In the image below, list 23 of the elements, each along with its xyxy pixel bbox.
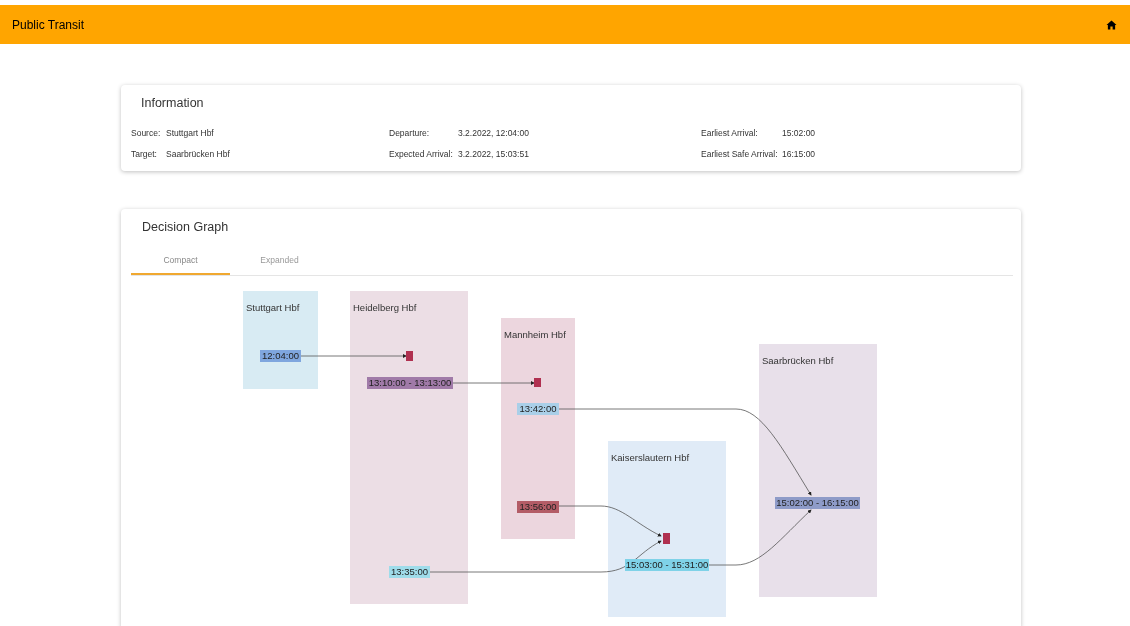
field-value: 16:15:00	[782, 147, 816, 161]
field-label: Expected Arrival:	[389, 147, 454, 161]
view-tab[interactable]: Compact	[131, 248, 230, 275]
app-title: Public Transit	[12, 16, 85, 34]
view-tab[interactable]: Expanded	[230, 248, 329, 275]
field-value: Stuttgart Hbf	[166, 126, 214, 140]
field-label: Earliest Arrival:	[701, 126, 759, 140]
station-name: Saarbrücken Hbf	[762, 354, 834, 366]
field-label: Target:	[131, 147, 158, 161]
home-icon[interactable]	[1106, 19, 1117, 30]
card-title: Decision Graph	[142, 219, 230, 236]
field-label: Earliest Safe Arrival:	[701, 147, 779, 161]
field-label: Departure:	[389, 126, 431, 140]
field-value: 3.2.2022, 15:03:51	[458, 147, 529, 161]
field-value: 3.2.2022, 12:04:00	[458, 126, 529, 140]
field-value: Saarbrücken Hbf	[166, 147, 230, 161]
station-name: Heidelberg Hbf	[353, 301, 417, 313]
field-value: 15:02:00	[782, 126, 816, 140]
station-name: Stuttgart Hbf	[246, 301, 300, 313]
station-name: Mannheim Hbf	[504, 328, 566, 340]
card-title: Information	[141, 95, 205, 112]
field-label: Source:	[131, 126, 162, 140]
station-name: Kaiserslautern Hbf	[611, 451, 690, 463]
